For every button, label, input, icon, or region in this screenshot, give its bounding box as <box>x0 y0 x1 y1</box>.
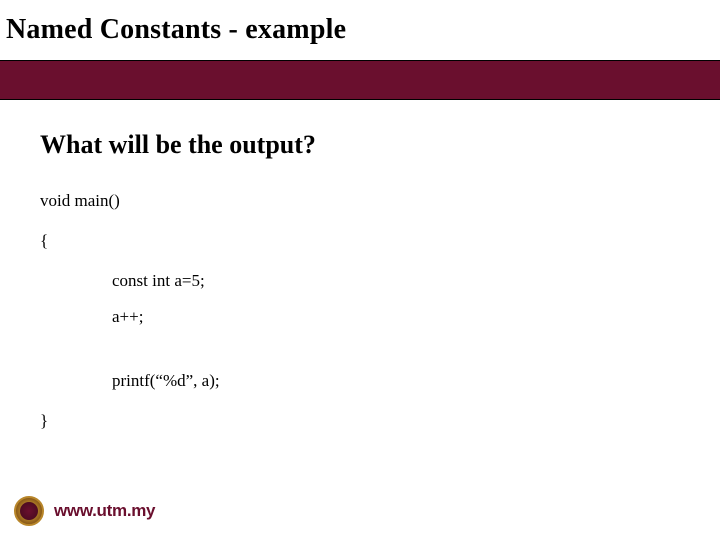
content-area: What will be the output? void main() { c… <box>40 130 680 433</box>
code-block: void main() { const int a=5; a++; printf… <box>40 190 680 433</box>
slide: Named Constants - example What will be t… <box>0 0 720 540</box>
subheading: What will be the output? <box>40 130 680 160</box>
title-band <box>0 60 720 100</box>
code-line: const int a=5; <box>40 270 680 292</box>
code-line: printf(“%d”, a); <box>40 370 680 392</box>
code-line: a++; <box>40 306 680 328</box>
title-area: Named Constants - example <box>0 0 720 60</box>
utm-logo-icon <box>14 496 44 526</box>
code-line: } <box>40 410 680 432</box>
code-line: { <box>40 230 680 252</box>
slide-title: Named Constants - example <box>6 14 346 46</box>
code-line: void main() <box>40 190 680 212</box>
footer-url: www.utm.my <box>54 501 155 521</box>
footer: www.utm.my <box>14 496 155 526</box>
